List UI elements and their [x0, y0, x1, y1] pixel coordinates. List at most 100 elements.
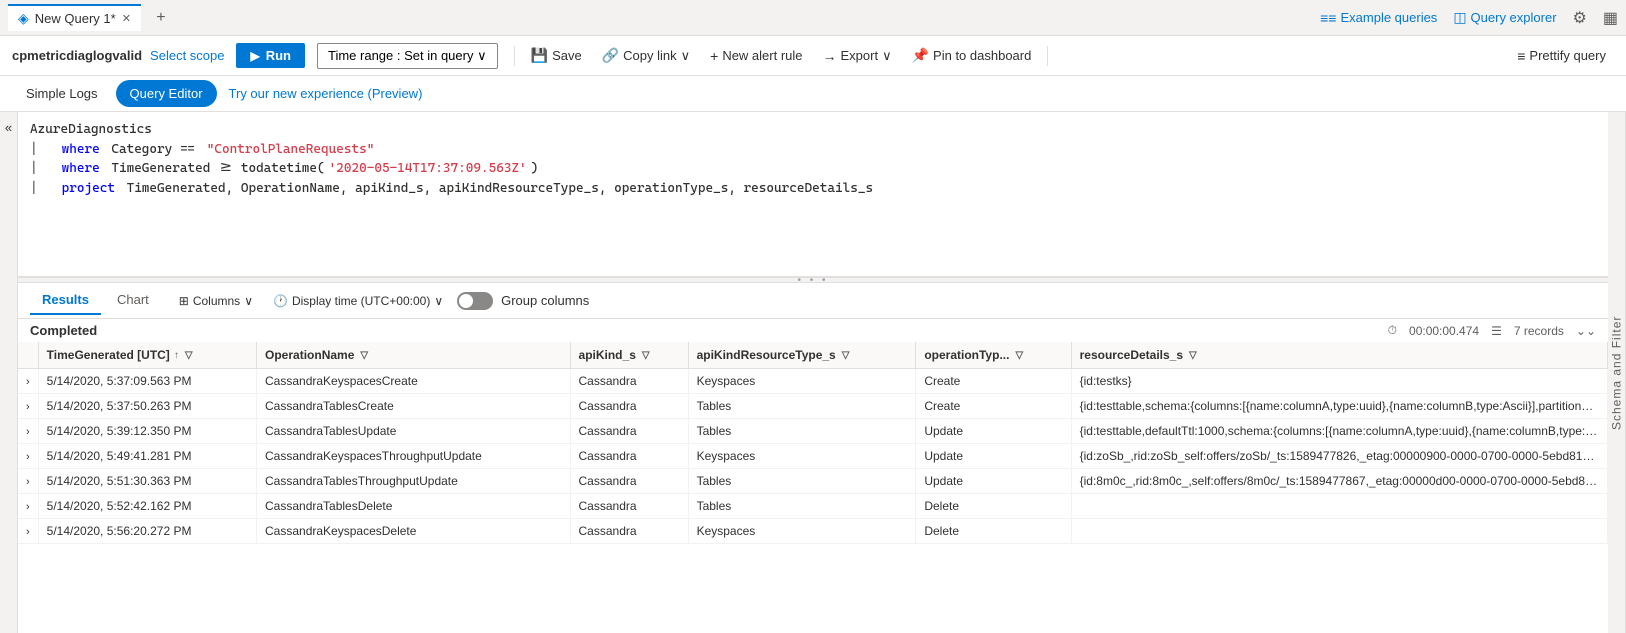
apikind-cell-1: Cassandra [570, 394, 688, 419]
new-tab-button[interactable]: + [149, 6, 173, 30]
play-icon: ▶ [250, 49, 259, 63]
simple-logs-tab[interactable]: Simple Logs [12, 80, 112, 107]
resource-cell-0: {id:testks} [1071, 369, 1607, 394]
apikind-column-header[interactable]: apiKind_s ▽ [570, 342, 688, 369]
preview-link[interactable]: Try our new experience (Preview) [229, 86, 423, 101]
table-row: › 5/14/2020, 5:39:12.350 PM CassandraTab… [18, 419, 1608, 444]
pin-icon: 📌 [912, 47, 929, 64]
expand-row-icon[interactable]: › [26, 501, 30, 513]
new-alert-button[interactable]: + New alert rule [702, 44, 810, 68]
optype-column-header[interactable]: operationTyp... ▽ [916, 342, 1071, 369]
collapse-button[interactable]: « [0, 112, 18, 633]
optype-filter-icon[interactable]: ▽ [1015, 350, 1023, 361]
toolbar: cpmetricdiaglogvalid Select scope ▶ Run … [0, 36, 1626, 76]
settings-button[interactable]: ⚙ [1573, 8, 1587, 28]
results-panel: Results Chart ⊞ Columns ∨ 🕐 Display time… [18, 283, 1608, 633]
time-cell-0: 5/14/2020, 5:37:09.563 PM [38, 369, 256, 394]
expand-cell-1[interactable]: › [18, 394, 38, 419]
toolbar-divider-2 [1047, 46, 1048, 66]
expand-row-icon[interactable]: › [26, 526, 30, 538]
optype-cell-0: Create [916, 369, 1071, 394]
time-cell-6: 5/14/2020, 5:56:20.272 PM [38, 519, 256, 544]
layout-button[interactable]: ▦ [1603, 8, 1618, 28]
expand-row-icon[interactable]: › [26, 476, 30, 488]
display-time-button[interactable]: 🕐 Display time (UTC+00:00) ∨ [267, 292, 449, 310]
apikind-cell-4: Cassandra [570, 469, 688, 494]
time-filter-icon[interactable]: ▽ [185, 350, 193, 361]
tab-close-icon[interactable]: ✕ [122, 12, 131, 25]
resource-cell-2: {id:testtable,defaultTtl:1000,schema:{co… [1071, 419, 1607, 444]
time-column-header[interactable]: TimeGenerated [UTC] ↑ ▽ [38, 342, 256, 369]
operation-column-header[interactable]: OperationName ▽ [257, 342, 571, 369]
operation-cell-2: CassandraTablesUpdate [257, 419, 571, 444]
apikindresource-cell-0: Keyspaces [688, 369, 916, 394]
time-cell-1: 5/14/2020, 5:37:50.263 PM [38, 394, 256, 419]
query-explorer-link[interactable]: ◫ Query explorer [1453, 9, 1556, 26]
run-button[interactable]: ▶ Run [236, 43, 305, 68]
resource-cell-3: {id:zoSb_,rid:zoSb_self:offers/zoSb/_ts:… [1071, 444, 1607, 469]
operation-cell-0: CassandraKeyspacesCreate [257, 369, 571, 394]
time-range-button[interactable]: Time range : Set in query ∨ [317, 43, 498, 69]
operation-cell-5: CassandraTablesDelete [257, 494, 571, 519]
operation-cell-6: CassandraKeyspacesDelete [257, 519, 571, 544]
example-queries-link[interactable]: ≡≡ Example queries [1320, 10, 1437, 26]
time-chevron-icon: ∨ [434, 294, 443, 308]
code-line-1: AzureDiagnostics [30, 120, 1596, 140]
expand-cell-2[interactable]: › [18, 419, 38, 444]
copy-link-button[interactable]: 🔗 Copy link ∨ [594, 43, 698, 68]
apikindresource-column-header[interactable]: apiKindResourceType_s ▽ [688, 342, 916, 369]
optype-cell-5: Delete [916, 494, 1071, 519]
schema-and-filter-sidebar[interactable]: Schema and Filter [1608, 112, 1626, 633]
save-button[interactable]: 💾 Save [523, 43, 590, 68]
time-cell-2: 5/14/2020, 5:39:12.350 PM [38, 419, 256, 444]
expand-row-icon[interactable]: › [26, 426, 30, 438]
resource-cell-1: {id:testtable,schema:{columns:[{name:col… [1071, 394, 1607, 419]
expand-row-icon[interactable]: › [26, 376, 30, 388]
code-line-4: | project TimeGenerated, OperationName, … [30, 179, 1596, 199]
status-completed: Completed [30, 323, 97, 338]
time-cell-3: 5/14/2020, 5:49:41.281 PM [38, 444, 256, 469]
apikind-cell-0: Cassandra [570, 369, 688, 394]
code-line-3: | where TimeGenerated >= todatetime( '20… [30, 159, 1596, 179]
resource-column-header[interactable]: resourceDetails_s ▽ [1071, 342, 1607, 369]
operation-filter-icon[interactable]: ▽ [360, 350, 368, 361]
code-line-2: | where Category == "ControlPlaneRequest… [30, 140, 1596, 160]
group-columns-toggle[interactable] [457, 292, 493, 310]
apikindresource-cell-4: Tables [688, 469, 916, 494]
apikindresource-cell-3: Keyspaces [688, 444, 916, 469]
expand-cell-3[interactable]: › [18, 444, 38, 469]
apikindresource-filter-icon[interactable]: ▽ [842, 350, 850, 361]
chart-tab[interactable]: Chart [105, 286, 161, 315]
columns-button[interactable]: ⊞ Columns ∨ [173, 292, 259, 310]
tab-new-query[interactable]: ◈ New Query 1* ✕ [8, 4, 141, 31]
expand-cell-4[interactable]: › [18, 469, 38, 494]
code-editor[interactable]: AzureDiagnostics | where Category == "Co… [18, 112, 1608, 277]
results-tab[interactable]: Results [30, 286, 101, 315]
example-queries-icon: ≡≡ [1320, 10, 1336, 26]
toolbar-divider [514, 46, 515, 66]
query-editor-tab[interactable]: Query Editor [116, 80, 217, 107]
expand-cell-6[interactable]: › [18, 519, 38, 544]
optype-cell-3: Update [916, 444, 1071, 469]
clock-icon: 🕐 [273, 294, 288, 308]
status-right: ⏱ 00:00:00.474 ☰ 7 records ⌄⌄ [1388, 323, 1596, 338]
expand-row-icon[interactable]: › [26, 401, 30, 413]
expand-cell-5[interactable]: › [18, 494, 38, 519]
expand-cell-0[interactable]: › [18, 369, 38, 394]
export-button[interactable]: → Export ∨ [815, 44, 900, 68]
scope-label: cpmetricdiaglogvalid [12, 48, 142, 63]
top-bar: ◈ New Query 1* ✕ + ≡≡ Example queries ◫ … [0, 0, 1626, 36]
apikindresource-cell-6: Keyspaces [688, 519, 916, 544]
toggle-knob [459, 294, 473, 308]
sort-asc-icon[interactable]: ↑ [174, 350, 179, 361]
pin-dashboard-button[interactable]: 📌 Pin to dashboard [904, 43, 1040, 68]
select-scope-link[interactable]: Select scope [150, 48, 224, 63]
export-chevron-icon: ∨ [882, 48, 892, 64]
expand-row-icon[interactable]: › [26, 451, 30, 463]
timer-icon: ⏱ [1388, 323, 1397, 338]
table-row: › 5/14/2020, 5:37:09.563 PM CassandraKey… [18, 369, 1608, 394]
collapse-rows-icon[interactable]: ⌄⌄ [1576, 324, 1596, 338]
prettify-button[interactable]: ≡ Prettify query [1509, 44, 1614, 68]
resource-filter-icon[interactable]: ▽ [1189, 350, 1197, 361]
apikind-filter-icon[interactable]: ▽ [642, 350, 650, 361]
